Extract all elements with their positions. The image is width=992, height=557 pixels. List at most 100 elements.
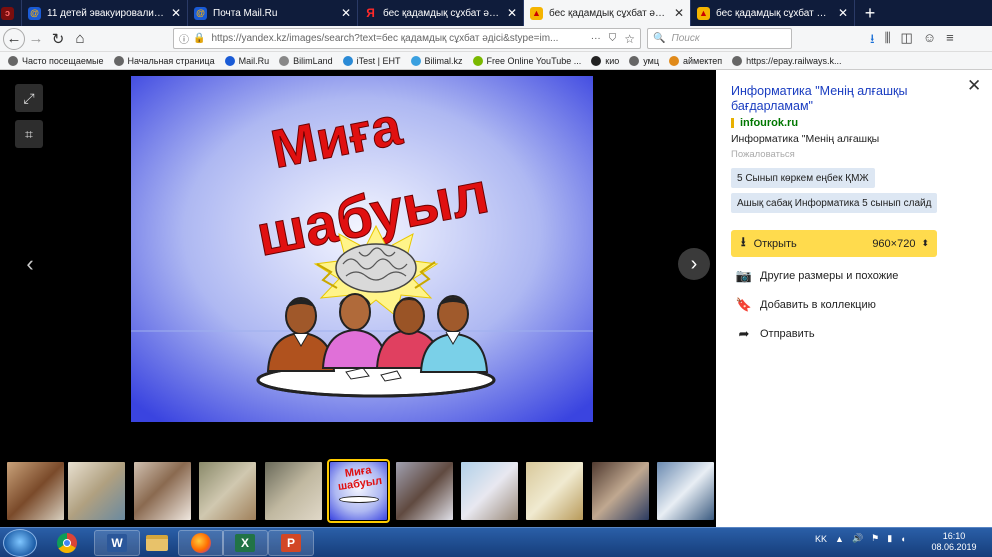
explorer-taskbar-button[interactable] [134,530,180,556]
bookmark-favicon-icon [342,55,353,66]
bookmark-favicon-icon [629,55,640,66]
search-icon: 🔍 [653,33,666,44]
new-tab-button[interactable]: + [855,0,885,26]
reload-button[interactable]: ↻ [47,28,69,50]
sidebar-icon[interactable]: ◫ [901,30,913,52]
bookmark-label: Начальная страница [127,55,215,66]
previous-image-button[interactable]: ‹ [16,250,44,278]
browser-window: ↄ @ 11 детей эвакуировали из гор ✕ @ Поч… [0,0,992,557]
close-icon[interactable]: ✕ [967,76,981,96]
tab-mail[interactable]: @ Почта Mail.Ru ✕ [188,0,358,26]
chrome-icon [57,533,77,553]
flag-icon[interactable]: ⚑ [871,533,879,544]
next-image-button[interactable]: › [678,248,710,280]
bookmark-item[interactable]: умц [629,55,659,66]
close-icon[interactable]: ✕ [507,6,517,20]
show-hidden-icons-icon[interactable]: ▲ [835,534,844,544]
yandex-icon: Я [366,6,375,20]
source-description: Информатика "Менің алғашқы [731,133,880,145]
bookmark-item[interactable]: Bilimal.kz [410,55,463,66]
thumbnail[interactable] [68,462,125,520]
thumbnail[interactable] [199,462,256,520]
bookmark-favicon-icon [8,55,18,66]
library-icon[interactable]: ⫼ [885,30,891,52]
navigation-bar: ← → ↻ ⌂ ⓘ 🔒 https://yandex.kz/images/sea… [0,26,992,52]
thumbnail[interactable] [526,462,583,520]
close-icon[interactable]: ✕ [341,6,351,20]
windows-taskbar: W X P KK ▲ 🔊 ⚑ ▮ ◖ 16:10 08.06.2019 [0,527,992,557]
bookmark-item[interactable]: Начальная страница [113,55,215,66]
mail-at-icon: @ [194,6,207,20]
excel-taskbar-button[interactable]: X [222,530,268,556]
download-icon: ⭳ [741,233,746,249]
image-size-select[interactable]: 960×720 [872,238,915,250]
fullscreen-button[interactable]: ⤢ [15,84,43,112]
bookmark-item[interactable]: Mail.Ru [224,55,269,66]
bookmark-item[interactable]: кио [591,55,619,66]
system-clock[interactable]: 16:10 08.06.2019 [929,531,979,553]
thumbnail[interactable] [461,462,518,520]
source-title-link[interactable]: Информатика "Менің алғашқы бағдарламам" [731,84,956,114]
chrome-taskbar-button[interactable] [44,530,90,556]
complain-link[interactable]: Пожаловаться [731,149,795,160]
bookmark-item[interactable]: Часто посещаемые [8,55,104,66]
account-icon[interactable]: ☺ [923,30,936,52]
bookmark-item[interactable]: iTest | ЕНТ [342,55,401,66]
main-image[interactable]: Миға шабуыл [131,76,593,422]
forward-button[interactable]: → [25,28,47,50]
pocket-icon[interactable]: ⛉ [609,33,617,44]
thumbnail[interactable] [592,462,649,520]
add-to-collection-action[interactable]: 🔖 Добавить в коллекцию [735,297,876,313]
bookmark-item[interactable]: аймектеп [668,55,722,66]
tab-news[interactable]: @ 11 детей эвакуировали из гор ✕ [22,0,188,26]
thumbnail[interactable] [657,462,714,520]
red-arrow-icon: ↄ [1,6,14,20]
image-viewer: ⤢ ⌗ ‹ › Миға шабуыл [0,70,716,460]
other-sizes-action[interactable]: 📷 Другие размеры и похожие [735,268,898,284]
bookmark-label: Часто посещаемые [22,55,104,66]
image-info-panel: Информатика "Менің алғашқы бағдарламам" … [716,70,992,460]
crop-button[interactable]: ⌗ [15,120,43,148]
thumbnail[interactable] [7,462,64,520]
bookmark-item[interactable]: https://epay.railways.k... [732,55,842,66]
network-icon[interactable]: ▮ [887,533,892,544]
address-bar[interactable]: ⓘ 🔒 https://yandex.kz/images/search?text… [173,28,641,49]
close-icon[interactable]: ✕ [838,6,848,20]
firefox-taskbar-button[interactable] [178,530,224,556]
bookmark-item[interactable]: Free Online YouTube ... [472,55,581,66]
bookmark-item[interactable]: BilimLand [279,55,333,66]
thumbnail[interactable] [265,462,322,520]
chevron-updown-icon[interactable]: ⬍ [921,238,929,249]
download-icon[interactable]: ⭳ [870,30,875,52]
tab-strip: ↄ @ 11 детей эвакуировали из гор ✕ @ Поч… [0,0,992,26]
open-image-button[interactable]: ⭳ Открыть 960×720 ⬍ [731,230,937,257]
tab-yandex-images[interactable]: ▲ бес қадамдық сұхбат әдісі: 11 ✕ [691,0,855,26]
info-icon[interactable]: ⓘ [179,31,189,46]
bookmark-star-icon[interactable]: ☆ [624,32,635,46]
start-button[interactable] [3,529,37,557]
volume-icon[interactable]: 🔊 [852,533,863,544]
close-icon[interactable]: ✕ [171,6,181,20]
language-indicator[interactable]: KK [815,534,827,544]
more-icon[interactable]: ··· [591,33,601,44]
thumbnail[interactable] [396,462,453,520]
tab-yandex-images-active[interactable]: ▲ бес қадамдық сұхбат әдісі: 11 ✕ [524,0,691,26]
powerpoint-icon: P [281,534,301,552]
search-box[interactable]: 🔍 Поиск [647,28,792,49]
source-site-label[interactable]: infourok.ru [740,117,798,129]
share-action[interactable]: ➦ Отправить [735,326,815,342]
tab-pinned[interactable]: ↄ [0,0,22,26]
close-icon[interactable]: ✕ [674,6,684,20]
tab-yandex-search[interactable]: Я бес қадамдық сұхбат әдісі — Я ✕ [358,0,524,26]
related-query-tag[interactable]: Ашық сабақ Информатика 5 сынып слайд [731,193,938,213]
speaker-icon[interactable]: ◖ [900,534,905,544]
thumbnail-selected[interactable]: Миға шабуыл [327,459,390,523]
url-text[interactable]: https://yandex.kz/images/search?text=бес… [211,33,584,44]
thumbnail[interactable] [134,462,191,520]
hamburger-menu-icon[interactable]: ≡ [946,30,954,52]
source-site[interactable]: infourok.ru [731,117,798,129]
related-query-tag[interactable]: 5 Сынып көркем еңбек ҚМЖ [731,168,875,188]
powerpoint-taskbar-button[interactable]: P [268,530,314,556]
home-button[interactable]: ⌂ [69,28,91,50]
back-button[interactable]: ← [3,27,25,50]
